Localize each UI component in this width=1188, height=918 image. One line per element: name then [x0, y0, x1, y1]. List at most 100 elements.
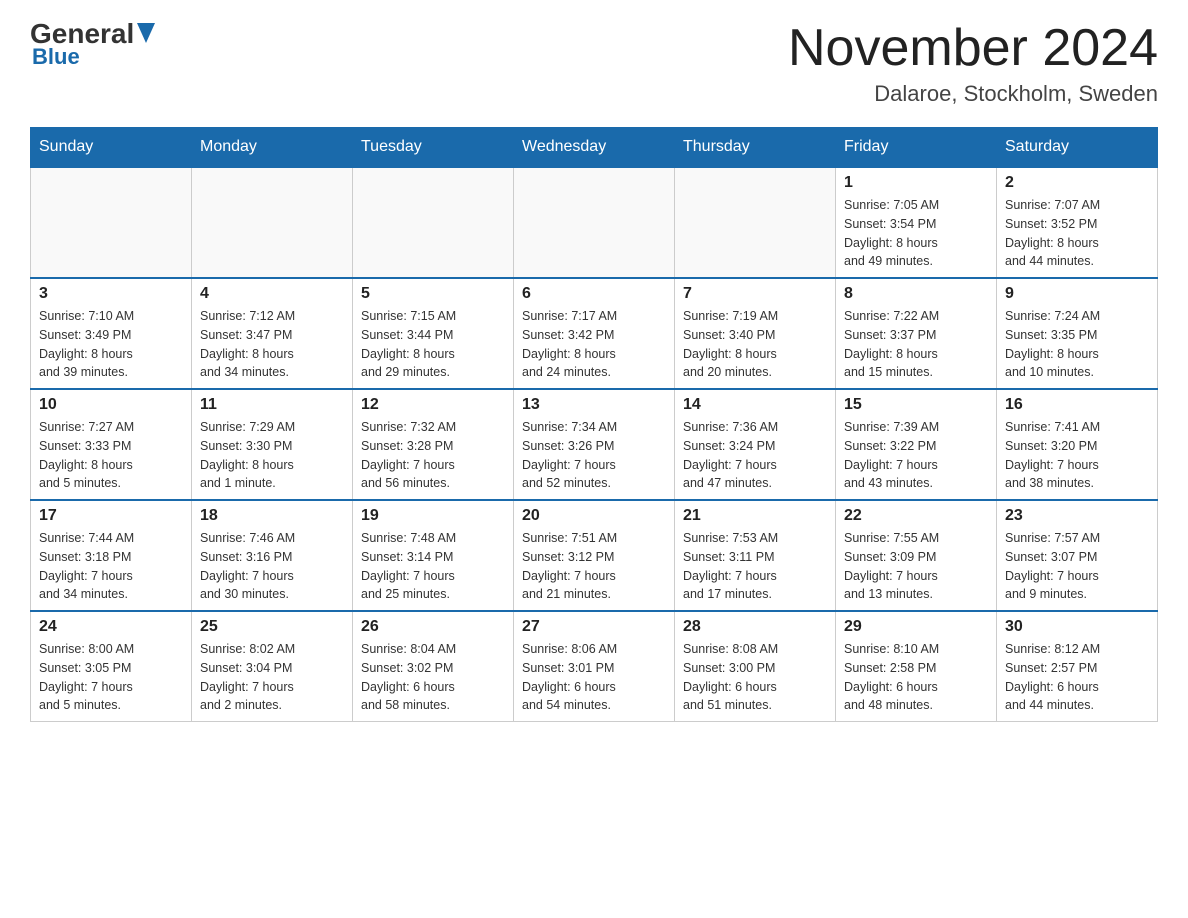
calendar-body: 1Sunrise: 7:05 AM Sunset: 3:54 PM Daylig…: [31, 167, 1158, 722]
logo-triangle-icon: [137, 23, 155, 43]
day-header-wednesday: Wednesday: [514, 128, 675, 168]
day-number: 28: [683, 618, 827, 636]
day-header-saturday: Saturday: [997, 128, 1158, 168]
day-number: 2: [1005, 174, 1149, 192]
day-number: 22: [844, 507, 988, 525]
day-number: 26: [361, 618, 505, 636]
calendar-header: SundayMondayTuesdayWednesdayThursdayFrid…: [31, 128, 1158, 168]
calendar-cell: 5 Sunrise: 7:15 AM Sunset: 3:44 PM Daylig…: [353, 278, 514, 389]
day-info: Sunrise: 7:17 AM Sunset: 3:42 PM Dayligh…: [522, 307, 666, 382]
title-block: November 2024 Dalaroe, Stockholm, Sweden: [788, 20, 1158, 107]
calendar-cell: 28 Sunrise: 8:08 AM Sunset: 3:00 PM Dayli…: [675, 611, 836, 722]
day-info: Sunrise: 7:51 AM Sunset: 3:12 PM Dayligh…: [522, 529, 666, 604]
day-info: Sunrise: 7:34 AM Sunset: 3:26 PM Dayligh…: [522, 418, 666, 493]
day-number: 20: [522, 507, 666, 525]
day-number: 15: [844, 396, 988, 414]
day-info: Sunrise: 7:19 AM Sunset: 3:40 PM Dayligh…: [683, 307, 827, 382]
calendar-cell: 29Sunrise: 8:10 AM Sunset: 2:58 PM Dayli…: [836, 611, 997, 722]
day-info: Sunrise: 7:10 AM Sunset: 3:49 PM Dayligh…: [39, 307, 183, 382]
day-info: Sunrise: 7:41 AM Sunset: 3:20 PM Dayligh…: [1005, 418, 1149, 493]
week-row-4: 17Sunrise: 7:44 AM Sunset: 3:18 PM Dayli…: [31, 500, 1158, 611]
day-number: 19: [361, 507, 505, 525]
calendar-cell: 2 Sunrise: 7:07 AM Sunset: 3:52 PM Daylig…: [997, 167, 1158, 278]
day-number: 8: [844, 285, 988, 303]
calendar-cell: 16 Sunrise: 7:41 AM Sunset: 3:20 PM Dayli…: [997, 389, 1158, 500]
calendar-cell: 25Sunrise: 8:02 AM Sunset: 3:04 PM Dayli…: [192, 611, 353, 722]
calendar-cell: 24 Sunrise: 8:00 AM Sunset: 3:05 PM Dayli…: [31, 611, 192, 722]
days-row: SundayMondayTuesdayWednesdayThursdayFrid…: [31, 128, 1158, 168]
calendar-cell: 12 Sunrise: 7:32 AM Sunset: 3:28 PM Dayli…: [353, 389, 514, 500]
calendar-cell: [31, 167, 192, 278]
day-number: 13: [522, 396, 666, 414]
day-header-sunday: Sunday: [31, 128, 192, 168]
calendar-cell: 11Sunrise: 7:29 AM Sunset: 3:30 PM Dayli…: [192, 389, 353, 500]
calendar-cell: 19 Sunrise: 7:48 AM Sunset: 3:14 PM Dayli…: [353, 500, 514, 611]
page-header: General Blue November 2024 Dalaroe, Stoc…: [30, 20, 1158, 107]
day-info: Sunrise: 7:27 AM Sunset: 3:33 PM Dayligh…: [39, 418, 183, 493]
day-header-friday: Friday: [836, 128, 997, 168]
day-info: Sunrise: 7:36 AM Sunset: 3:24 PM Dayligh…: [683, 418, 827, 493]
day-number: 16: [1005, 396, 1149, 414]
day-info: Sunrise: 7:57 AM Sunset: 3:07 PM Dayligh…: [1005, 529, 1149, 604]
day-header-tuesday: Tuesday: [353, 128, 514, 168]
day-info: Sunrise: 7:05 AM Sunset: 3:54 PM Dayligh…: [844, 196, 988, 271]
calendar-cell: 10 Sunrise: 7:27 AM Sunset: 3:33 PM Dayli…: [31, 389, 192, 500]
calendar-cell: 4 Sunrise: 7:12 AM Sunset: 3:47 PM Daylig…: [192, 278, 353, 389]
calendar-table: SundayMondayTuesdayWednesdayThursdayFrid…: [30, 127, 1158, 722]
week-row-1: 1Sunrise: 7:05 AM Sunset: 3:54 PM Daylig…: [31, 167, 1158, 278]
logo: General Blue: [30, 20, 155, 70]
location-text: Dalaroe, Stockholm, Sweden: [788, 81, 1158, 107]
day-info: Sunrise: 7:24 AM Sunset: 3:35 PM Dayligh…: [1005, 307, 1149, 382]
day-info: Sunrise: 7:53 AM Sunset: 3:11 PM Dayligh…: [683, 529, 827, 604]
day-number: 7: [683, 285, 827, 303]
day-number: 18: [200, 507, 344, 525]
calendar-cell: 21Sunrise: 7:53 AM Sunset: 3:11 PM Dayli…: [675, 500, 836, 611]
day-info: Sunrise: 8:06 AM Sunset: 3:01 PM Dayligh…: [522, 640, 666, 715]
day-info: Sunrise: 7:07 AM Sunset: 3:52 PM Dayligh…: [1005, 196, 1149, 271]
day-header-thursday: Thursday: [675, 128, 836, 168]
day-info: Sunrise: 7:15 AM Sunset: 3:44 PM Dayligh…: [361, 307, 505, 382]
day-info: Sunrise: 7:44 AM Sunset: 3:18 PM Dayligh…: [39, 529, 183, 604]
calendar-cell: 7 Sunrise: 7:19 AM Sunset: 3:40 PM Daylig…: [675, 278, 836, 389]
calendar-cell: 6Sunrise: 7:17 AM Sunset: 3:42 PM Daylig…: [514, 278, 675, 389]
calendar-cell: 9 Sunrise: 7:24 AM Sunset: 3:35 PM Daylig…: [997, 278, 1158, 389]
day-number: 12: [361, 396, 505, 414]
day-info: Sunrise: 8:12 AM Sunset: 2:57 PM Dayligh…: [1005, 640, 1149, 715]
day-info: Sunrise: 8:08 AM Sunset: 3:00 PM Dayligh…: [683, 640, 827, 715]
day-number: 9: [1005, 285, 1149, 303]
calendar-cell: 26Sunrise: 8:04 AM Sunset: 3:02 PM Dayli…: [353, 611, 514, 722]
calendar-cell: 22 Sunrise: 7:55 AM Sunset: 3:09 PM Dayli…: [836, 500, 997, 611]
week-row-2: 3 Sunrise: 7:10 AM Sunset: 3:49 PM Daylig…: [31, 278, 1158, 389]
calendar-cell: 14 Sunrise: 7:36 AM Sunset: 3:24 PM Dayli…: [675, 389, 836, 500]
day-header-monday: Monday: [192, 128, 353, 168]
day-number: 24: [39, 618, 183, 636]
calendar-cell: [675, 167, 836, 278]
day-info: Sunrise: 7:48 AM Sunset: 3:14 PM Dayligh…: [361, 529, 505, 604]
day-info: Sunrise: 7:55 AM Sunset: 3:09 PM Dayligh…: [844, 529, 988, 604]
day-info: Sunrise: 7:46 AM Sunset: 3:16 PM Dayligh…: [200, 529, 344, 604]
calendar-cell: 15 Sunrise: 7:39 AM Sunset: 3:22 PM Dayli…: [836, 389, 997, 500]
day-number: 29: [844, 618, 988, 636]
day-number: 14: [683, 396, 827, 414]
day-number: 30: [1005, 618, 1149, 636]
week-row-5: 24 Sunrise: 8:00 AM Sunset: 3:05 PM Dayli…: [31, 611, 1158, 722]
calendar-cell: 20 Sunrise: 7:51 AM Sunset: 3:12 PM Dayli…: [514, 500, 675, 611]
day-number: 5: [361, 285, 505, 303]
day-number: 10: [39, 396, 183, 414]
day-info: Sunrise: 8:00 AM Sunset: 3:05 PM Dayligh…: [39, 640, 183, 715]
day-info: Sunrise: 7:12 AM Sunset: 3:47 PM Dayligh…: [200, 307, 344, 382]
day-number: 25: [200, 618, 344, 636]
day-info: Sunrise: 7:39 AM Sunset: 3:22 PM Dayligh…: [844, 418, 988, 493]
calendar-cell: [514, 167, 675, 278]
calendar-cell: 8 Sunrise: 7:22 AM Sunset: 3:37 PM Daylig…: [836, 278, 997, 389]
day-number: 11: [200, 396, 344, 414]
calendar-cell: 30 Sunrise: 8:12 AM Sunset: 2:57 PM Dayli…: [997, 611, 1158, 722]
calendar-cell: 18 Sunrise: 7:46 AM Sunset: 3:16 PM Dayli…: [192, 500, 353, 611]
day-number: 4: [200, 285, 344, 303]
calendar-cell: 13 Sunrise: 7:34 AM Sunset: 3:26 PM Dayli…: [514, 389, 675, 500]
week-row-3: 10 Sunrise: 7:27 AM Sunset: 3:33 PM Dayli…: [31, 389, 1158, 500]
day-number: 3: [39, 285, 183, 303]
calendar-cell: 27Sunrise: 8:06 AM Sunset: 3:01 PM Dayli…: [514, 611, 675, 722]
day-info: Sunrise: 7:22 AM Sunset: 3:37 PM Dayligh…: [844, 307, 988, 382]
day-info: Sunrise: 7:32 AM Sunset: 3:28 PM Dayligh…: [361, 418, 505, 493]
